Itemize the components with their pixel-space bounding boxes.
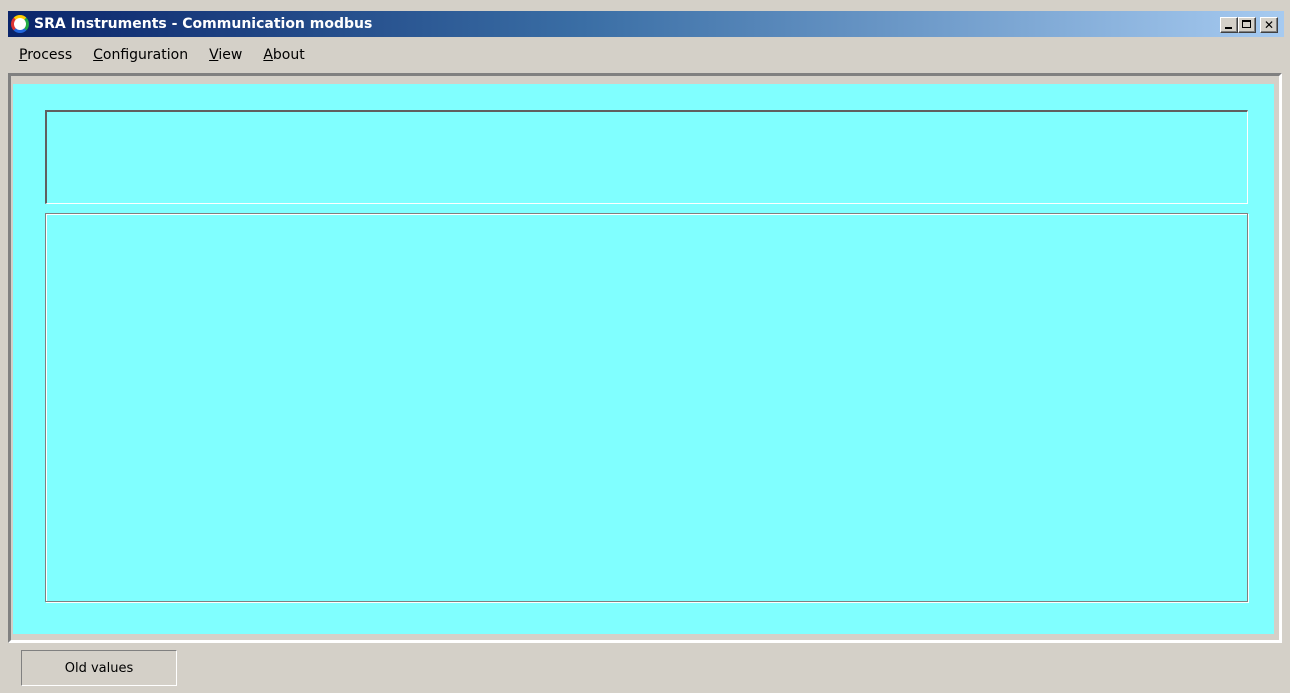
menu-view-key: V xyxy=(209,47,219,63)
menu-bar: Process Configuration View About xyxy=(8,44,315,66)
menu-process[interactable]: Process xyxy=(8,47,82,63)
title-bar[interactable]: SRA Instruments - Communication modbus ✕ xyxy=(8,11,1284,37)
menu-process-label: rocess xyxy=(27,47,73,63)
close-button[interactable]: ✕ xyxy=(1260,17,1278,33)
menu-configuration-label: onfiguration xyxy=(102,47,189,63)
menu-about[interactable]: About xyxy=(252,47,314,63)
minimize-button[interactable] xyxy=(1220,17,1238,33)
menu-configuration-key: C xyxy=(93,47,103,63)
minimize-icon xyxy=(1225,27,1232,29)
menu-about-key: A xyxy=(263,47,273,63)
main-display-panel xyxy=(45,213,1248,602)
menu-about-label: bout xyxy=(272,47,305,63)
window-title: SRA Instruments - Communication modbus xyxy=(34,16,373,32)
menu-view[interactable]: View xyxy=(198,47,252,63)
menu-configuration[interactable]: Configuration xyxy=(82,47,198,63)
close-icon: ✕ xyxy=(1263,18,1275,32)
maximize-button[interactable] xyxy=(1238,17,1256,33)
menu-view-label: iew xyxy=(218,47,243,63)
header-display-panel xyxy=(45,110,1248,204)
app-window: SRA Instruments - Communication modbus ✕… xyxy=(0,0,1290,693)
maximize-icon xyxy=(1242,20,1251,28)
old-values-button[interactable]: Old values xyxy=(21,650,177,686)
app-logo-icon[interactable] xyxy=(11,15,29,33)
menu-process-key: P xyxy=(19,47,28,63)
